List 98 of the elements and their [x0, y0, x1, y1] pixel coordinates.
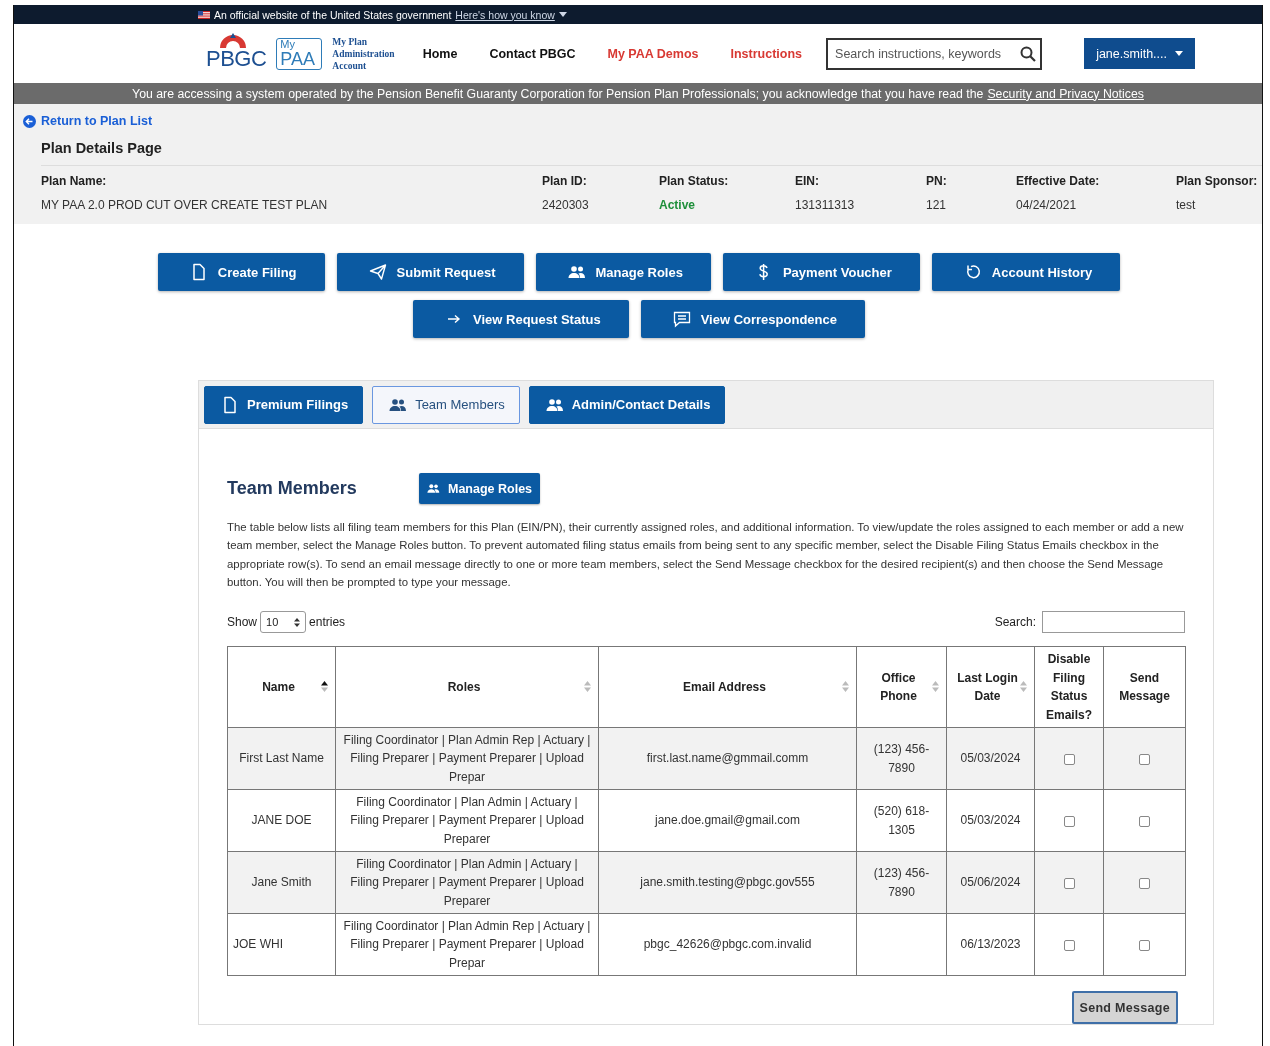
column-header[interactable]: Send Message — [1103, 646, 1186, 728]
spinner-arrows-icon — [294, 617, 301, 627]
mypaa-logo[interactable]: My PAA — [276, 37, 323, 70]
pbgc-logo[interactable]: PBGC — [206, 35, 267, 72]
table-cell: 06/13/2023 — [946, 913, 1035, 976]
table-cell: Filing Coordinator | Plan Admin | Actuary | Filing Preparer | Payment Preparer | Upload Preparer — [335, 789, 599, 852]
table-cell: (123) 456-7890 — [856, 727, 947, 790]
column-header[interactable]: Office Phone — [856, 646, 947, 728]
checkbox[interactable] — [1139, 939, 1150, 951]
field-value: 121 — [926, 198, 948, 212]
checkbox[interactable] — [1063, 753, 1075, 765]
nav-link[interactable]: Home — [422, 46, 458, 61]
logo-caption: My Plan Administration Account — [332, 35, 395, 72]
search-label: Search: — [994, 615, 1036, 630]
table-cell: first.last.name@gmmail.comm — [598, 727, 857, 790]
tab[interactable]: Admin/Contact Details — [528, 385, 726, 424]
table-cell: Filing Coordinator | Plan Admin Rep | Actuary | Filing Preparer | Payment Preparer | Upload Prepar — [335, 913, 599, 976]
action-button[interactable]: Account History — [931, 253, 1121, 291]
field-value: MY PAA 2.0 PROD CUT OVER CREATE TEST PLAN — [41, 198, 329, 212]
nav-link[interactable]: Contact PBGC — [489, 46, 576, 61]
security-notice-link[interactable]: Security and Privacy Notices — [987, 86, 1144, 101]
field-value: test — [1176, 198, 1197, 212]
table-cell: Filing Coordinator | Plan Admin | Actuary | Filing Preparer | Payment Preparer | Upload Preparer — [335, 851, 599, 914]
field-value: 2420303 — [542, 198, 590, 212]
action-button[interactable]: Submit Request — [336, 253, 524, 291]
paper-plane-icon — [368, 263, 387, 281]
table-cell: 05/03/2024 — [946, 789, 1035, 852]
table-cell: 05/06/2024 — [946, 851, 1035, 914]
manage-roles-button[interactable]: Manage Roles — [419, 473, 541, 504]
table-cell: First Last Name — [227, 727, 336, 790]
entries-label: entries — [309, 615, 346, 630]
caret-icon — [1175, 51, 1183, 56]
checkbox[interactable] — [1063, 877, 1075, 889]
send-message-button[interactable]: Send Message — [1071, 991, 1178, 1025]
column-header[interactable]: Last Login Date — [946, 646, 1035, 728]
nav-link[interactable]: Instructions — [730, 46, 803, 61]
table-cell: jane.smith.testing@pbgc.gov555 — [598, 851, 857, 914]
status-value: Active — [659, 198, 697, 212]
user-menu-button[interactable]: jane.smith.... — [1084, 38, 1196, 69]
table-cell: JANE DOE — [227, 789, 336, 852]
column-header[interactable]: Disable Filing Status Emails? — [1034, 646, 1104, 728]
document-icon — [221, 395, 239, 414]
show-label: Show — [227, 615, 258, 630]
tab[interactable]: Premium Filings — [204, 385, 364, 424]
checkbox[interactable] — [1139, 815, 1150, 827]
people-icon — [427, 482, 440, 495]
page-title: Plan Details Page — [41, 140, 1262, 166]
table-cell: pbgc_42626@pbgc.com.invalid — [598, 913, 857, 976]
table-cell: Jane Smith — [227, 851, 336, 914]
back-link[interactable]: Return to Plan List — [23, 114, 153, 128]
table-cell: (123) 456-7890 — [856, 851, 947, 914]
table-cell: JOE WHI — [227, 913, 336, 976]
search-icon[interactable] — [1020, 45, 1037, 62]
tab[interactable]: Team Members — [372, 385, 520, 424]
action-button[interactable]: View Request Status — [413, 300, 629, 338]
caret-icon[interactable] — [558, 12, 567, 17]
sort-icon[interactable] — [584, 681, 591, 693]
action-button[interactable]: Manage Roles — [535, 253, 711, 291]
nav-link[interactable]: My PAA Demos — [607, 46, 699, 61]
field-label: PN: — [926, 174, 948, 188]
table-cell: jane.doe.gmail@gmail.com — [598, 789, 857, 852]
sort-icon[interactable] — [932, 681, 939, 693]
chat-icon — [672, 310, 691, 328]
sort-icon[interactable] — [1020, 681, 1027, 693]
people-icon — [567, 263, 586, 281]
field-label: Plan Sponsor: — [1176, 174, 1259, 188]
checkbox[interactable] — [1063, 939, 1075, 951]
checkbox[interactable] — [1139, 877, 1150, 889]
search-field[interactable]: Search instructions, keywords — [826, 37, 1043, 70]
table-cell: (520) 618-1305 — [856, 789, 947, 852]
sort-icon[interactable] — [842, 681, 849, 693]
table-cell: 05/03/2024 — [946, 727, 1035, 790]
gov-banner-link[interactable]: Here's how you know — [455, 8, 555, 21]
action-button[interactable]: View Correspondence — [640, 300, 865, 338]
table-cell: Filing Coordinator | Plan Admin Rep | Actuary | Filing Preparer | Payment Preparer | Upload Prepar — [335, 727, 599, 790]
back-arrow-icon — [23, 114, 36, 128]
field-label: Plan Status: — [659, 174, 730, 188]
column-header[interactable]: Roles — [335, 646, 599, 728]
field-value: 131311313 — [795, 198, 856, 212]
checkbox[interactable] — [1063, 815, 1075, 827]
notice-text: You are accessing a system operated by the Pension Benefit Guaranty Corporation for Pension Plan Professionals; you acknowledge that you have read the — [132, 86, 984, 101]
field-value: 04/24/2021 — [1016, 198, 1078, 212]
field-label: Plan ID: — [542, 174, 588, 188]
table-search-field[interactable] — [1042, 611, 1185, 634]
field-label: EIN: — [795, 174, 820, 188]
field-label: Plan Name: — [41, 174, 108, 188]
column-header[interactable]: Email Address — [598, 646, 857, 728]
checkbox[interactable] — [1139, 753, 1150, 765]
section-title: Team Members — [227, 478, 358, 499]
gov-banner-text: An official website of the United States government — [214, 8, 452, 21]
action-button[interactable]: Create Filing — [157, 253, 325, 291]
description-text: The table below lists all filing team members for this Plan (EIN/PN), their currently assigned roles, and additional information. To view/update the roles assigned to each member or add a new team member, select the Manage Roles button. To prevent automated filing status emails from being sent to any specific member, select the Disable Filing Status Emails checkbox in the appropriate row(s). To send an email message directly to one or more team members, select the Send Message checkbox for the desired recipient(s) and then choose the Send Message button. You will then be prompted to type your message. — [227, 520, 1185, 590]
page-size-select[interactable]: 10 — [260, 611, 307, 634]
sort-ascending-icon[interactable] — [321, 681, 328, 693]
column-header[interactable]: Name — [227, 646, 336, 728]
field-label: Effective Date: — [1016, 174, 1101, 188]
action-button[interactable]: Payment Voucher — [722, 253, 920, 291]
flag-icon — [198, 10, 210, 19]
